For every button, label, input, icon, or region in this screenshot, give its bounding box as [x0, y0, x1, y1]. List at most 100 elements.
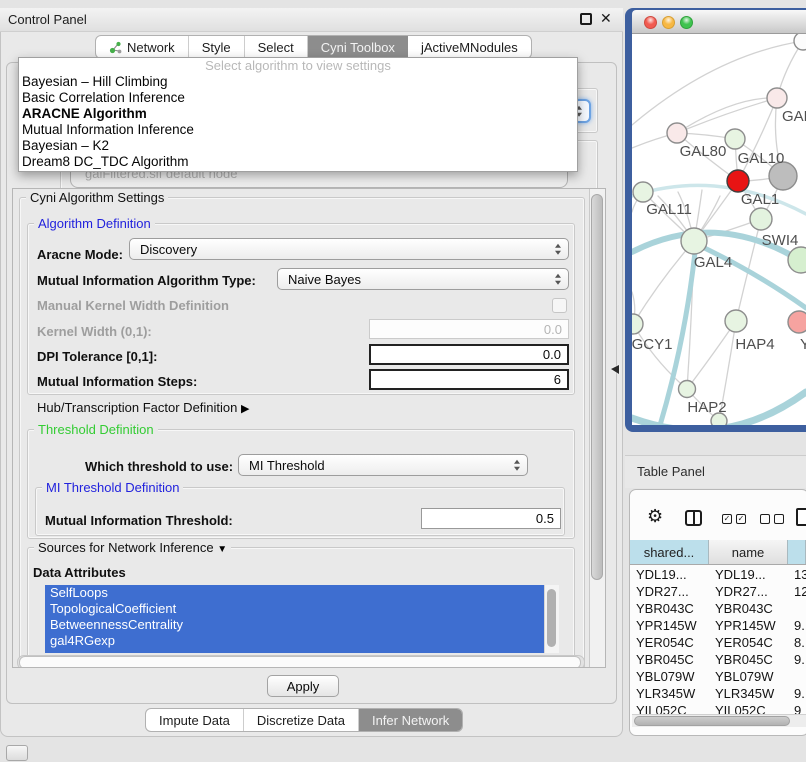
unchecked-box-icon[interactable] [760, 514, 770, 524]
algorithm-dropdown: Select algorithm to view settings Bayesi… [18, 57, 578, 172]
column-header[interactable]: shared... [630, 540, 709, 564]
tab-label: Select [258, 40, 294, 55]
table-row[interactable]: YER054CYER054C8. [630, 634, 806, 651]
apply-button[interactable]: Apply [267, 675, 339, 697]
table-mode-icon[interactable] [796, 508, 806, 526]
tab-label: Discretize Data [257, 713, 345, 728]
attributes-scrollbar[interactable] [544, 585, 559, 653]
table-cell: 9. [788, 617, 806, 634]
table-row[interactable]: YLR345WYLR345W9. [630, 685, 806, 702]
aracne-mode-combo[interactable]: Discovery [129, 238, 569, 260]
column-header[interactable] [788, 540, 806, 564]
algorithm-option[interactable]: Mutual Information Inference [19, 122, 577, 138]
algorithm-option[interactable]: Dream8 DC_TDC Algorithm [19, 154, 577, 170]
attribute-item[interactable]: SelfLoops [45, 585, 544, 601]
network-node[interactable] [667, 123, 687, 143]
algorithm-option[interactable]: ARACNE Algorithm [19, 106, 577, 122]
attribute-item[interactable]: BetweennessCentrality [45, 617, 544, 633]
unchecked-box-icon[interactable] [774, 514, 784, 524]
settings-horizontal-scrollbar-thumb[interactable] [19, 656, 581, 668]
algorithm-option[interactable]: Basic Correlation Inference [19, 90, 577, 106]
network-node[interactable] [794, 34, 806, 50]
algorithm-option[interactable]: Bayesian – Hill Climbing [19, 74, 577, 90]
network-node-label: GAL1 [741, 191, 779, 208]
table-cell [788, 600, 806, 617]
mi-type-combo[interactable]: Naive Bayes [277, 268, 569, 290]
tab-impute-data[interactable]: Impute Data [146, 709, 244, 731]
tab-discretize-data[interactable]: Discretize Data [244, 709, 359, 731]
table-cell: YDL19... [630, 566, 709, 583]
gear-icon[interactable]: ⚙ [647, 506, 663, 527]
table-cell: 9 [788, 702, 806, 714]
table-row[interactable]: YBR045CYBR045C9. [630, 651, 806, 668]
checked-box-icon[interactable]: ✓ [722, 514, 732, 524]
table-row[interactable]: YBR043CYBR043C [630, 600, 806, 617]
network-node[interactable] [679, 381, 696, 398]
network-node-label: GAL80 [680, 143, 727, 160]
algorithm-dropdown-placeholder: Select algorithm to view settings [19, 58, 577, 74]
tab-network[interactable]: Network [96, 36, 189, 58]
tab-cyni-toolbox[interactable]: Cyni Toolbox [308, 36, 408, 58]
network-node[interactable] [681, 228, 707, 254]
network-node[interactable] [788, 247, 806, 273]
table-horizontal-scrollbar-thumb[interactable] [634, 716, 790, 726]
spinner-arrows-icon [555, 274, 561, 285]
table-cell: YDR27... [630, 583, 709, 600]
table-row[interactable]: YBL079WYBL079W [630, 668, 806, 685]
network-node-label: GAL [782, 108, 806, 125]
which-threshold-combo[interactable]: MI Threshold [238, 454, 528, 476]
minimize-traffic-light-icon[interactable] [662, 16, 675, 29]
settings-scrollbar-thumb[interactable] [591, 194, 603, 580]
network-node[interactable] [727, 170, 749, 192]
table-cell: YBR045C [709, 651, 788, 668]
kernel-width-field[interactable] [369, 319, 569, 339]
network-edge [677, 98, 777, 133]
network-node[interactable] [788, 311, 806, 333]
table-cell: YBR043C [630, 600, 709, 617]
dpi-tolerance-field[interactable] [369, 344, 569, 365]
network-node[interactable] [632, 314, 643, 334]
zoom-traffic-light-icon[interactable] [680, 16, 693, 29]
algorithm-definition-title: Algorithm Definition [34, 216, 155, 231]
tab-jactivemnodules[interactable]: jActiveMNodules [408, 36, 531, 58]
tab-infer-network[interactable]: Infer Network [359, 709, 462, 731]
table-cell: YBR043C [709, 600, 788, 617]
table-row[interactable]: YIL052CYIL052C9 [630, 702, 806, 714]
network-node[interactable] [767, 88, 787, 108]
table-cell: YDR27... [709, 583, 788, 600]
network-node[interactable] [725, 129, 745, 149]
minimized-panel-icon[interactable] [6, 745, 28, 761]
mi-steps-field[interactable] [369, 369, 569, 390]
manual-kernel-checkbox[interactable] [552, 298, 567, 313]
mi-threshold-group-title: MI Threshold Definition [42, 480, 183, 495]
network-node[interactable] [750, 208, 772, 230]
sources-group-title[interactable]: Sources for Network Inference ▼ [34, 540, 231, 555]
table-cell: YBL079W [630, 668, 709, 685]
table-cell: YPR145W [630, 617, 709, 634]
table-cell: 9. [788, 685, 806, 702]
manual-kernel-label: Manual Kernel Width Definition [37, 298, 229, 313]
algorithm-option[interactable]: Bayesian – K2 [19, 138, 577, 154]
checked-box-icon[interactable]: ✓ [736, 514, 746, 524]
network-window-titlebar[interactable] [632, 10, 806, 34]
table-row[interactable]: YDR27...YDR27...12 [630, 583, 806, 600]
tab-select[interactable]: Select [245, 36, 308, 58]
spinner-arrows-icon [555, 244, 561, 255]
attribute-item[interactable]: gal4RGexp [45, 633, 544, 649]
float-panel-icon[interactable] [580, 13, 592, 25]
attribute-item[interactable]: TopologicalCoefficient [45, 601, 544, 617]
mi-threshold-field[interactable] [421, 508, 561, 529]
network-node[interactable] [633, 182, 653, 202]
hub-definition-toggle[interactable]: Hub/Transcription Factor Definition ▶ [37, 400, 249, 415]
close-icon[interactable]: ✕ [600, 10, 612, 27]
tab-style[interactable]: Style [189, 36, 245, 58]
kernel-width-label: Kernel Width (0,1): [37, 324, 152, 339]
network-node-label: GAL10 [738, 150, 785, 167]
network-node[interactable] [725, 310, 747, 332]
close-traffic-light-icon[interactable] [644, 16, 657, 29]
table-row[interactable]: YPR145WYPR145W9. [630, 617, 806, 634]
split-columns-icon[interactable] [685, 510, 702, 526]
control-panel-title: Control Panel [8, 12, 87, 27]
table-row[interactable]: YDL19...YDL19...13 [630, 566, 806, 583]
column-header[interactable]: name [709, 540, 788, 564]
